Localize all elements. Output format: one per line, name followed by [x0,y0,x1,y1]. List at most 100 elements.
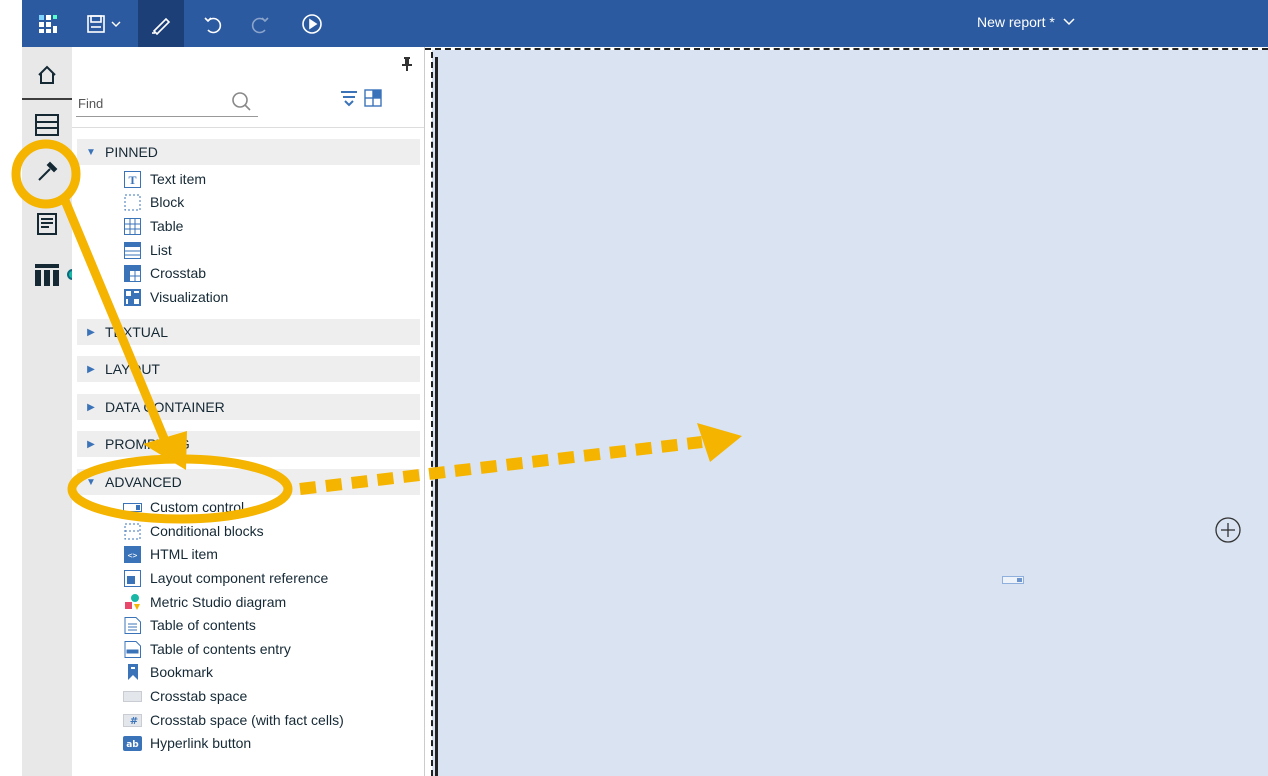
item-label: Metric Studio diagram [150,594,287,610]
toolbox-item-bookmark[interactable]: Bookmark [123,661,213,683]
find-input[interactable] [76,94,230,112]
toolbox-item-conditional-blocks[interactable]: Conditional blocks [123,520,264,542]
custom-control-placeholder-icon[interactable] [1002,571,1024,587]
bookmark-icon [123,663,142,681]
chevron-down-icon[interactable] [108,8,124,40]
query-table-icon[interactable] [22,255,72,295]
section-label: ADVANCED [105,474,182,490]
table-of-contents-icon [123,616,142,634]
find-field[interactable] [76,90,258,117]
svg-text:ab: ab [126,740,139,750]
svg-text:#: # [130,716,138,727]
add-icon[interactable] [1214,516,1242,547]
layout-reference-icon [123,569,142,587]
page-border-left [431,52,433,776]
toolbox-hammer-icon[interactable] [22,152,72,192]
toolbox-item-table-of-contents-entry[interactable]: Table of contents entry [123,638,291,660]
section-prompting[interactable]: ▶ PROMPTING [77,431,420,457]
app-grid-icon[interactable] [32,8,64,40]
crosstab-space-fact-icon: # [123,712,142,729]
section-label: DATA CONTAINER [105,399,225,415]
section-label: TEXTUAL [105,324,169,340]
toolbox-item-text-item[interactable]: T Text item [123,168,206,190]
toolbox-item-crosstab-space-fact-cells[interactable]: # Crosstab space (with fact cells) [123,709,344,731]
left-rail [22,47,78,776]
crosstab-space-icon [123,688,142,705]
item-label: Crosstab space (with fact cells) [150,712,344,728]
conditional-blocks-icon [123,523,142,540]
item-label: List [150,242,172,258]
report-title: New report * [977,14,1055,30]
list-icon [123,241,142,259]
page-border-top [425,48,1268,50]
item-label: Table of contents entry [150,641,291,657]
text-item-icon: T [123,170,142,188]
toolbox-item-table-of-contents[interactable]: Table of contents [123,614,256,636]
toc-entry-icon [123,640,142,658]
item-label: Layout component reference [150,570,329,586]
section-data-container[interactable]: ▶ DATA CONTAINER [77,394,420,420]
toolbox-item-table[interactable]: Table [123,215,183,237]
pin-icon[interactable] [401,57,413,74]
section-label: PINNED [105,144,158,160]
edit-pencil-icon[interactable] [138,0,184,47]
item-label: Bookmark [150,664,214,680]
item-label: Custom control [150,499,245,515]
left-gutter [0,0,22,776]
item-label: Text item [150,171,207,187]
redo-icon[interactable] [244,8,276,40]
toolbox-item-crosstab-space[interactable]: Crosstab space [123,685,247,707]
crosstab-icon [123,264,142,282]
data-source-icon[interactable] [22,105,72,145]
search-icon[interactable] [230,90,256,117]
hyperlink-button-icon: ab [123,735,142,752]
pages-icon[interactable] [22,204,72,244]
section-label: LAYOUT [105,361,160,377]
toolbox-item-block[interactable]: Block [123,191,184,213]
run-play-icon[interactable] [296,8,328,40]
section-pinned[interactable]: ▼ PINNED [77,139,420,165]
report-title-menu[interactable]: New report * [977,14,1075,30]
toolbox-panel: ▼ PINNED T Text item Block Table List Cr… [72,47,425,776]
rail-separator [22,98,72,100]
toolbox-item-metric-studio-diagram[interactable]: Metric Studio diagram [123,591,286,613]
collapsed-caret-icon: ▶ [87,401,95,413]
panel-divider [72,127,424,128]
item-label: Crosstab [150,265,207,281]
toolbox-item-layout-component-reference[interactable]: Layout component reference [123,567,328,589]
item-label: Hyperlink button [150,735,252,751]
undo-icon[interactable] [197,8,229,40]
section-advanced[interactable]: ▼ ADVANCED [77,469,420,495]
svg-text:T: T [128,173,136,187]
section-label: PROMPTING [105,436,190,452]
svg-text:<>: <> [128,551,138,560]
view-toggle-icon[interactable] [364,89,382,110]
expanded-caret-icon: ▼ [86,476,96,488]
section-textual[interactable]: ▶ TEXTUAL [77,319,420,345]
item-label: Table [150,218,184,234]
toolbox-item-hyperlink-button[interactable]: ab Hyperlink button [123,732,251,754]
collapsed-caret-icon: ▶ [87,363,95,375]
toolbox-item-list[interactable]: List [123,239,172,261]
toolbox-item-visualization[interactable]: Visualization [123,286,228,308]
report-canvas[interactable] [432,50,1268,776]
collapsed-caret-icon: ▶ [87,326,95,338]
expanded-caret-icon: ▼ [86,146,96,158]
toolbox-item-crosstab[interactable]: Crosstab [123,262,206,284]
visualization-icon [123,288,142,306]
item-label: Table of contents [150,617,256,633]
splitter-bar[interactable] [435,57,438,776]
panel-tools [340,89,382,110]
item-label: Crosstab space [150,688,248,704]
home-icon[interactable] [22,55,72,95]
toolbox-item-custom-control[interactable]: Custom control [123,496,244,518]
item-label: Block [150,194,185,210]
toolbox-item-html-item[interactable]: <> HTML item [123,543,218,565]
top-toolbar: New report * [22,0,1268,47]
section-layout[interactable]: ▶ LAYOUT [77,356,420,382]
custom-control-icon [123,499,142,516]
html-item-icon: <> [123,545,142,563]
chevron-down-icon [1063,18,1075,26]
filter-icon[interactable] [340,89,358,110]
item-label: Conditional blocks [150,523,264,539]
